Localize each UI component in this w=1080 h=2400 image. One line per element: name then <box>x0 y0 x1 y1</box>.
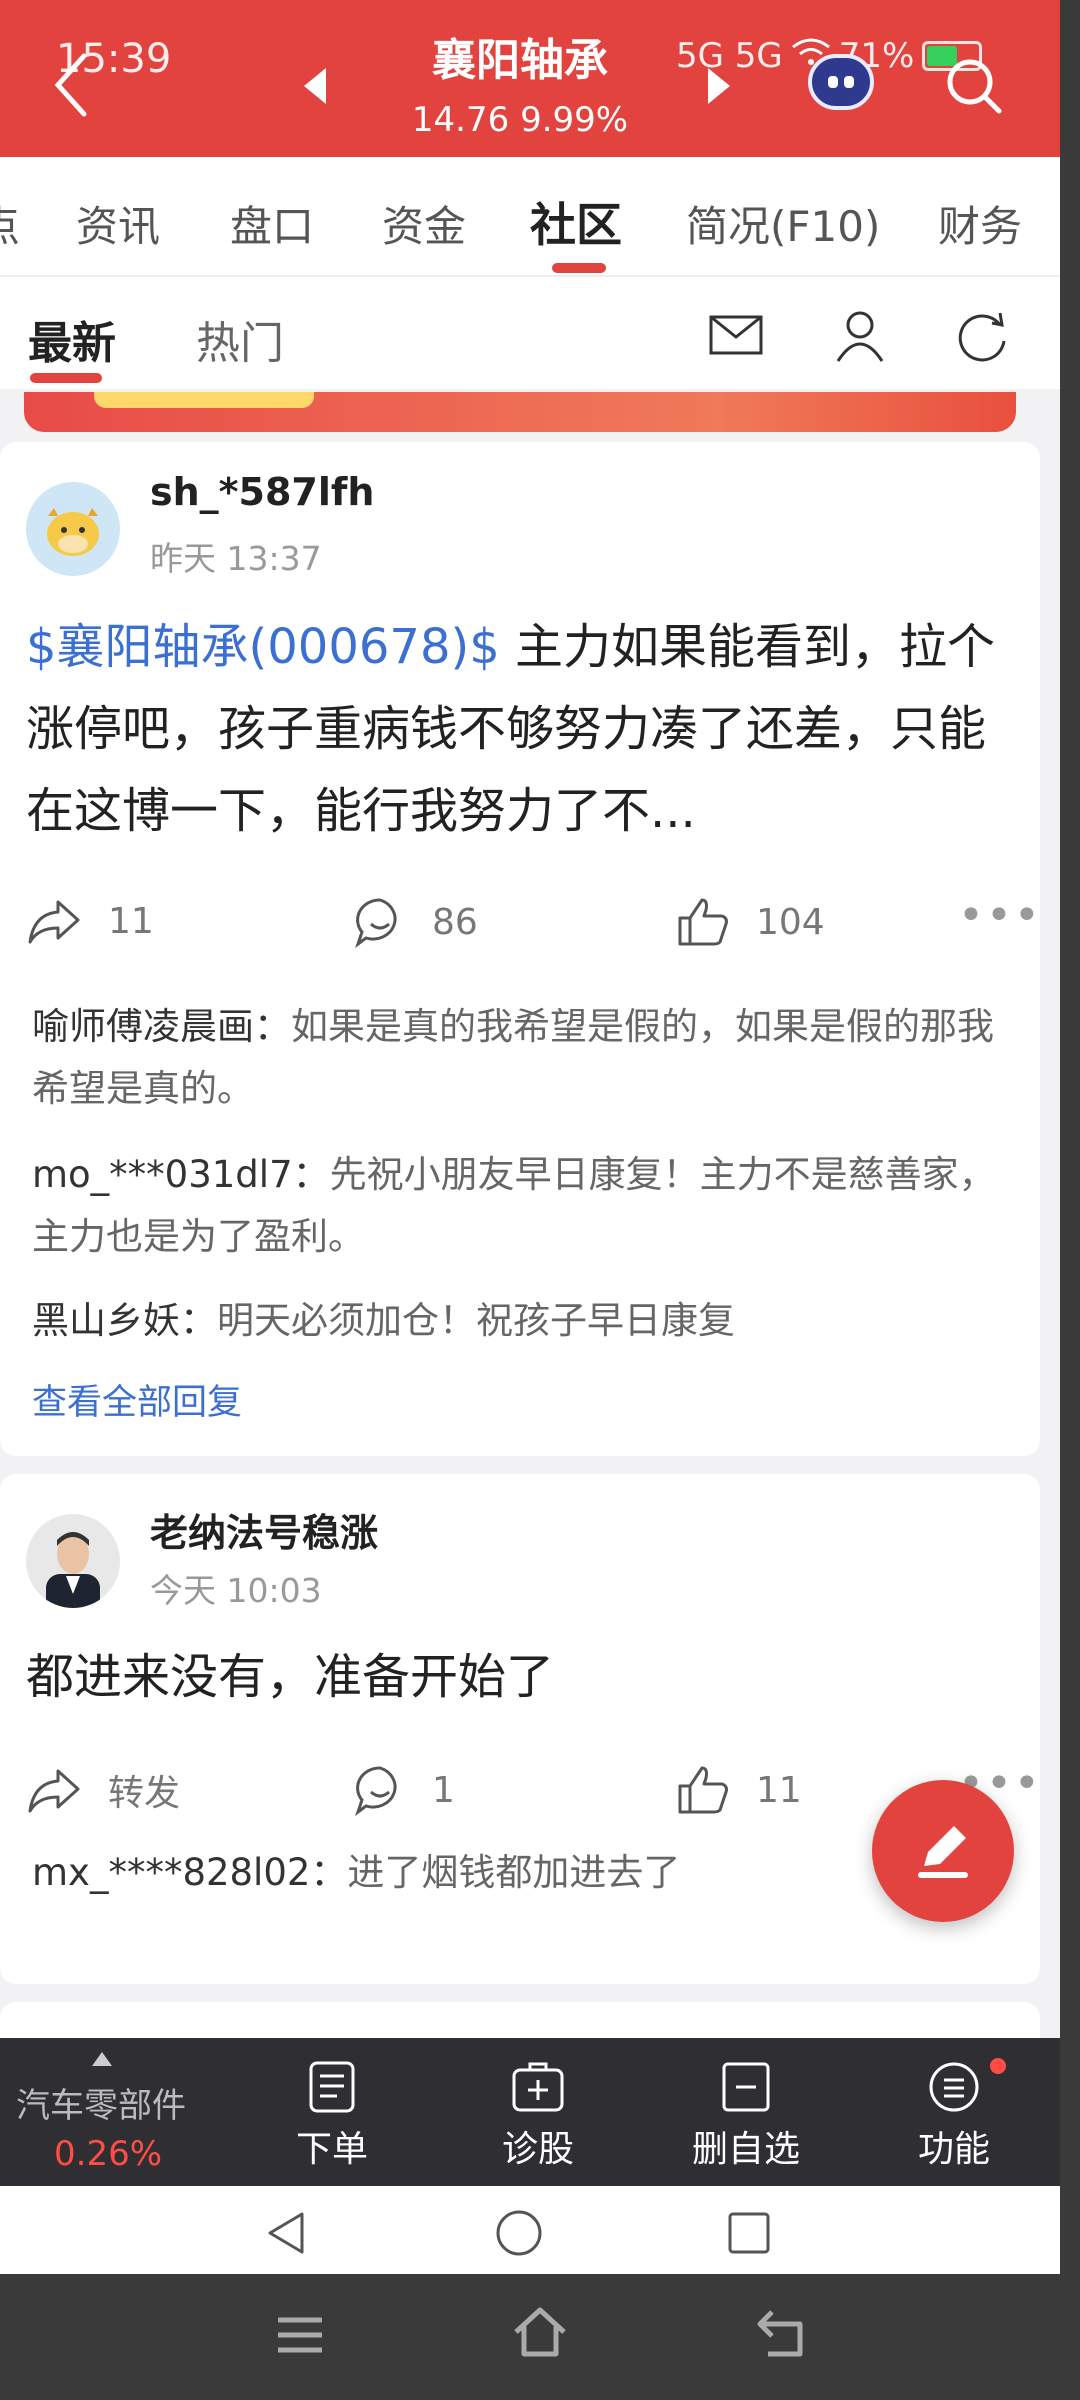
active-subtab-indicator <box>30 373 102 383</box>
tab-finance[interactable]: 财务 <box>938 193 1022 254</box>
post-card: sh_*587lfh 昨天 13:37 $襄阳轴承(000678)$ 主力如果能… <box>0 442 1040 1456</box>
post-username[interactable]: 老纳法号稳涨 <box>150 1502 378 1557</box>
refresh-icon[interactable] <box>952 305 1012 365</box>
share-icon <box>28 1769 80 1813</box>
robot-icon[interactable] <box>808 54 874 110</box>
comment-icon <box>355 1766 397 1816</box>
remove-watchlist-icon <box>722 2062 770 2112</box>
post-content[interactable]: 都进来没有，准备开始了 <box>26 1636 1016 1718</box>
reply-text: 进了烟钱都加进去了 <box>347 1851 681 1894</box>
like-button[interactable]: 11 <box>676 1764 802 1816</box>
reply-user[interactable]: 喻师傅凌晨画： <box>32 1005 291 1048</box>
mail-icon[interactable] <box>706 305 766 365</box>
edit-icon <box>918 1826 968 1878</box>
reply-item[interactable]: 喻师傅凌晨画：如果是真的我希望是假的，如果是假的那我希望是真的。 <box>32 996 1002 1120</box>
stock-price: 14.76 9.99% <box>411 100 629 140</box>
user-icon[interactable] <box>830 305 890 365</box>
nav-label: 功能 <box>917 2129 990 2170</box>
next-stock-button[interactable] <box>708 68 730 104</box>
reply-text: 明天必须加仓！祝孩子早日康复 <box>217 1299 735 1342</box>
reply-item[interactable]: mo_***031dl7：先祝小朋友早日康复！主力不是慈善家，主力也是为了盈利。 <box>32 1144 1002 1268</box>
avatar[interactable] <box>26 482 120 576</box>
post-time: 昨天 13:37 <box>150 539 322 578</box>
tab-partial[interactable]: 点 <box>0 193 20 254</box>
share-button[interactable]: 11 <box>26 896 154 946</box>
nav-functions[interactable]: 功能 <box>884 2060 1024 2172</box>
system-recents-icon[interactable] <box>724 2208 774 2258</box>
comment-button[interactable]: 86 <box>354 896 478 948</box>
post-content[interactable]: $襄阳轴承(000678)$ 主力如果能看到，拉个涨停吧，孩子重病钱不够努力凑了… <box>26 606 1016 852</box>
subtab-latest[interactable]: 最新 <box>28 307 116 371</box>
reply-user[interactable]: mo_***031dl7： <box>32 1153 330 1196</box>
tab-capital[interactable]: 资金 <box>382 193 466 254</box>
share-icon <box>28 900 80 944</box>
view-all-replies-link[interactable]: 查看全部回复 <box>32 1374 242 1425</box>
expand-arrow-icon[interactable] <box>92 2052 112 2066</box>
comment-count: 1 <box>432 1769 455 1811</box>
subtab-hot[interactable]: 热门 <box>196 307 284 371</box>
comment-icon <box>355 898 397 948</box>
like-icon <box>678 1766 728 1814</box>
share-label: 转发 <box>108 1773 181 1814</box>
nav-remove-watchlist[interactable]: 删自选 <box>676 2060 816 2172</box>
compose-button[interactable] <box>872 1780 1014 1922</box>
stock-title: 襄阳轴承 <box>432 35 608 86</box>
reply-user[interactable]: 黑山乡妖： <box>32 1299 217 1342</box>
notification-dot <box>990 2058 1006 2074</box>
nav-label: 诊股 <box>501 2129 574 2170</box>
community-subtabs: 最新 热门 <box>0 277 1060 389</box>
post-username[interactable]: sh_*587lfh <box>150 470 374 514</box>
outer-back-icon[interactable] <box>752 2306 812 2360</box>
tab-news[interactable]: 资讯 <box>76 193 160 254</box>
comment-count: 86 <box>432 901 478 943</box>
app-screen: 15:39 5G 5G 71% 襄阳轴承 14.76 9.99% 点 资讯 盘口… <box>0 0 1060 2400</box>
nav-order[interactable]: 下单 <box>262 2060 402 2172</box>
outer-menu-icon[interactable] <box>272 2310 328 2360</box>
like-count: 104 <box>756 901 825 943</box>
share-button[interactable]: 转发 <box>26 1764 180 1816</box>
like-icon <box>678 898 728 946</box>
nav-label: 删自选 <box>691 2129 800 2170</box>
menu-icon <box>929 2062 979 2112</box>
system-nav-bar <box>0 2186 1060 2274</box>
bottom-toolbar: 汽车零部件 0.26% 下单 诊股 删自选 功能 <box>0 2038 1060 2186</box>
stock-tag-link[interactable]: $襄阳轴承(000678)$ <box>26 619 500 675</box>
sector-name[interactable]: 汽车零部件 <box>16 2078 186 2127</box>
more-icon[interactable]: ••• <box>958 890 1042 941</box>
active-tab-indicator <box>552 263 606 273</box>
sector-change: 0.26% <box>54 2134 163 2174</box>
avatar[interactable] <box>26 1514 120 1608</box>
tab-quote[interactable]: 盘口 <box>230 193 314 254</box>
promo-banner[interactable] <box>24 392 1016 432</box>
order-icon <box>309 2061 355 2113</box>
outer-home-icon[interactable] <box>510 2304 570 2360</box>
stock-header: 15:39 5G 5G 71% 襄阳轴承 14.76 9.99% <box>0 0 1060 157</box>
main-tabs: 点 资讯 盘口 资金 社区 简况(F10) 财务 <box>0 157 1060 277</box>
tab-community[interactable]: 社区 <box>530 189 622 255</box>
reply-item[interactable]: mx_****828l02：进了烟钱都加进去了 <box>32 1842 1002 1904</box>
system-home-icon[interactable] <box>494 2208 544 2258</box>
reply-user[interactable]: mx_****828l02： <box>32 1851 347 1894</box>
share-count: 11 <box>108 900 154 942</box>
nav-diagnose[interactable]: 诊股 <box>468 2060 608 2172</box>
outer-nav-bar <box>0 2274 1080 2400</box>
nav-label: 下单 <box>295 2129 368 2170</box>
tab-profile[interactable]: 简况(F10) <box>686 193 880 254</box>
system-back-icon[interactable] <box>262 2208 312 2258</box>
like-button[interactable]: 104 <box>676 896 825 948</box>
comment-button[interactable]: 1 <box>354 1764 455 1816</box>
post-time: 今天 10:03 <box>150 1571 322 1610</box>
diagnose-icon <box>512 2062 564 2112</box>
reply-item[interactable]: 黑山乡妖：明天必须加仓！祝孩子早日康复 <box>32 1290 1002 1352</box>
screen-edge <box>1060 0 1080 2400</box>
search-icon[interactable] <box>944 56 1004 116</box>
like-count: 11 <box>756 1769 802 1811</box>
